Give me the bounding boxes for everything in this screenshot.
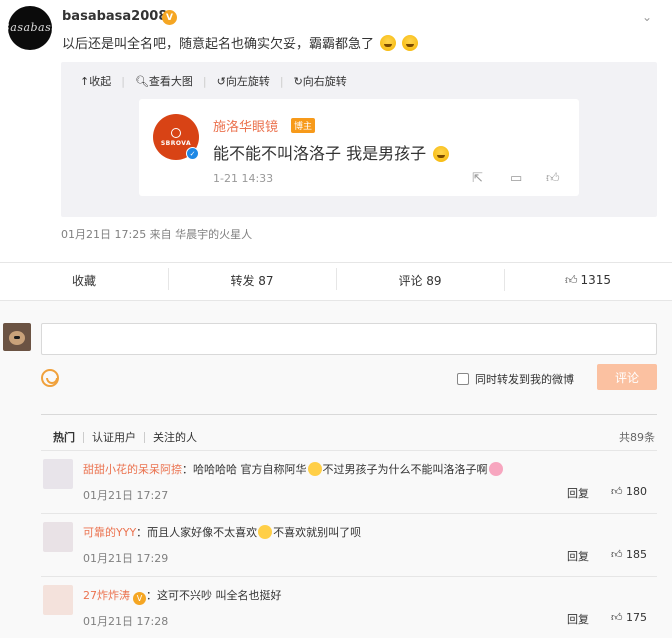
thumbs-up-icon: 👍︎ — [611, 485, 626, 498]
quoted-post-time: 1-21 14:33 — [213, 172, 274, 185]
post-text-content: 以后还是叫全名吧，随意起名也确实欠妥，霸霸都急了 — [62, 37, 375, 52]
like-icon: 👍︎ — [546, 171, 560, 186]
comment-like-button[interactable]: 👍︎ 175 — [611, 611, 647, 624]
post-text: 以后还是叫全名吧，随意起名也确实欠妥，霸霸都急了 — [62, 33, 419, 52]
rotate-left-button[interactable]: ↺ 向左旋转 — [217, 73, 270, 89]
reply-button[interactable]: 回复 — [567, 485, 589, 501]
share-icon: ⇱ — [472, 171, 483, 186]
embarrassed-emoji-icon — [433, 146, 450, 162]
commenter-name[interactable]: 可靠的YYY — [83, 526, 136, 539]
comment-like-button[interactable]: 👍︎ 185 — [611, 548, 647, 561]
comment-filter-tabs: 热门 认证用户 关注的人 — [53, 429, 205, 445]
like-button[interactable]: 👍︎ 1315 — [504, 268, 672, 291]
comment-time: 01月21日 17:27 — [83, 489, 169, 502]
thumbs-up-icon: 👍︎ — [611, 548, 626, 561]
rotate-right-button[interactable]: ↻ 向右旋转 — [294, 73, 347, 89]
comment-time: 01月21日 17:29 — [83, 552, 169, 565]
comment-total: 共89条 — [619, 431, 655, 444]
forward-label: 同时转发到我的微博 — [475, 373, 574, 386]
laughing-tears-emoji-icon — [258, 525, 273, 539]
author-name[interactable]: basabasa2008 — [62, 9, 167, 24]
comment-like-button[interactable]: 👍︎ 180 — [611, 485, 647, 498]
submit-comment-button[interactable]: 评论 — [597, 364, 657, 390]
tab-verified[interactable]: 认证用户 — [84, 429, 144, 445]
thumbs-up-icon: 👍︎ — [611, 611, 626, 624]
verified-badge-icon: V — [162, 10, 177, 25]
quoted-post-text: 能不能不叫洛洛子 我是男孩子 — [213, 140, 450, 164]
comment-item: 可靠的YYY：而且人家好像不太喜欢 不喜欢就别叫了呗 01月21日 17:29 回… — [41, 513, 657, 575]
media-toolbar: ↑ 收起 | 🔍︎ 查看大图 | ↺ 向左旋转 | ↻ 向右旋转 — [80, 73, 347, 89]
pig-emoji-icon — [488, 462, 503, 476]
blue-verified-icon: ✓ — [186, 147, 199, 160]
cat-emoji-icon — [307, 462, 322, 476]
author-avatar[interactable]: Basabasa — [8, 6, 52, 50]
view-large-button[interactable]: 🔍︎ 查看大图 — [135, 73, 193, 89]
laughing-tears-emoji-icon — [380, 35, 397, 51]
comment-icon: ▭ — [510, 171, 523, 186]
blogger-tag: 博主 — [291, 118, 316, 133]
favorite-button[interactable]: 收藏 — [0, 272, 168, 289]
reply-button[interactable]: 回复 — [567, 611, 589, 627]
chevron-down-icon[interactable]: ⌄ — [642, 10, 652, 24]
tab-hot[interactable]: 热门 — [53, 429, 83, 445]
comment-time: 01月21日 17:28 — [83, 615, 169, 628]
commenter-avatar[interactable] — [43, 585, 73, 615]
post-meta: 01月21日 17:25 来自 华晨宇的火星人 — [61, 228, 253, 241]
current-user-avatar — [3, 323, 31, 351]
emoji-picker-icon[interactable] — [41, 369, 59, 387]
comment-item: 甜甜小花的呆呆阿捺：哈哈哈哈 官方自称阿华 不过男孩子为什么不能叫洛洛子啊 01月… — [41, 450, 657, 512]
avatar-signature: Basabasa — [8, 20, 52, 34]
collapse-button[interactable]: ↑ 收起 — [80, 73, 111, 89]
laughing-emoji-icon — [402, 35, 419, 51]
action-bar: 收藏 转发 87 评论 89 👍︎ 1315 — [0, 262, 672, 298]
reply-button[interactable]: 回复 — [567, 548, 589, 564]
checkbox-icon[interactable] — [457, 373, 469, 385]
verified-badge-icon: V — [133, 592, 146, 605]
comment-button[interactable]: 评论 89 — [336, 267, 504, 290]
repost-button[interactable]: 转发 87 — [168, 267, 336, 290]
commenter-name[interactable]: 甜甜小花的呆呆阿捺 — [83, 463, 182, 476]
divider — [41, 414, 657, 415]
quoted-author-name: 施洛华眼镜 — [213, 120, 279, 135]
brand-logo-text: SBROVA — [160, 139, 192, 147]
commenter-avatar[interactable] — [43, 522, 73, 552]
tab-following[interactable]: 关注的人 — [145, 429, 205, 445]
comment-item: 27炸炸涛 V ：这可不兴吵 叫全名也挺好 01月21日 17:28 回复 👍︎ 1… — [41, 576, 657, 638]
thumbs-up-icon: 👍︎ — [564, 272, 578, 287]
forward-checkbox[interactable]: 同时转发到我的微博 — [457, 371, 574, 387]
commenter-avatar[interactable] — [43, 459, 73, 489]
commenter-name[interactable]: 27炸炸涛 — [83, 589, 130, 602]
comment-input[interactable] — [41, 323, 657, 355]
